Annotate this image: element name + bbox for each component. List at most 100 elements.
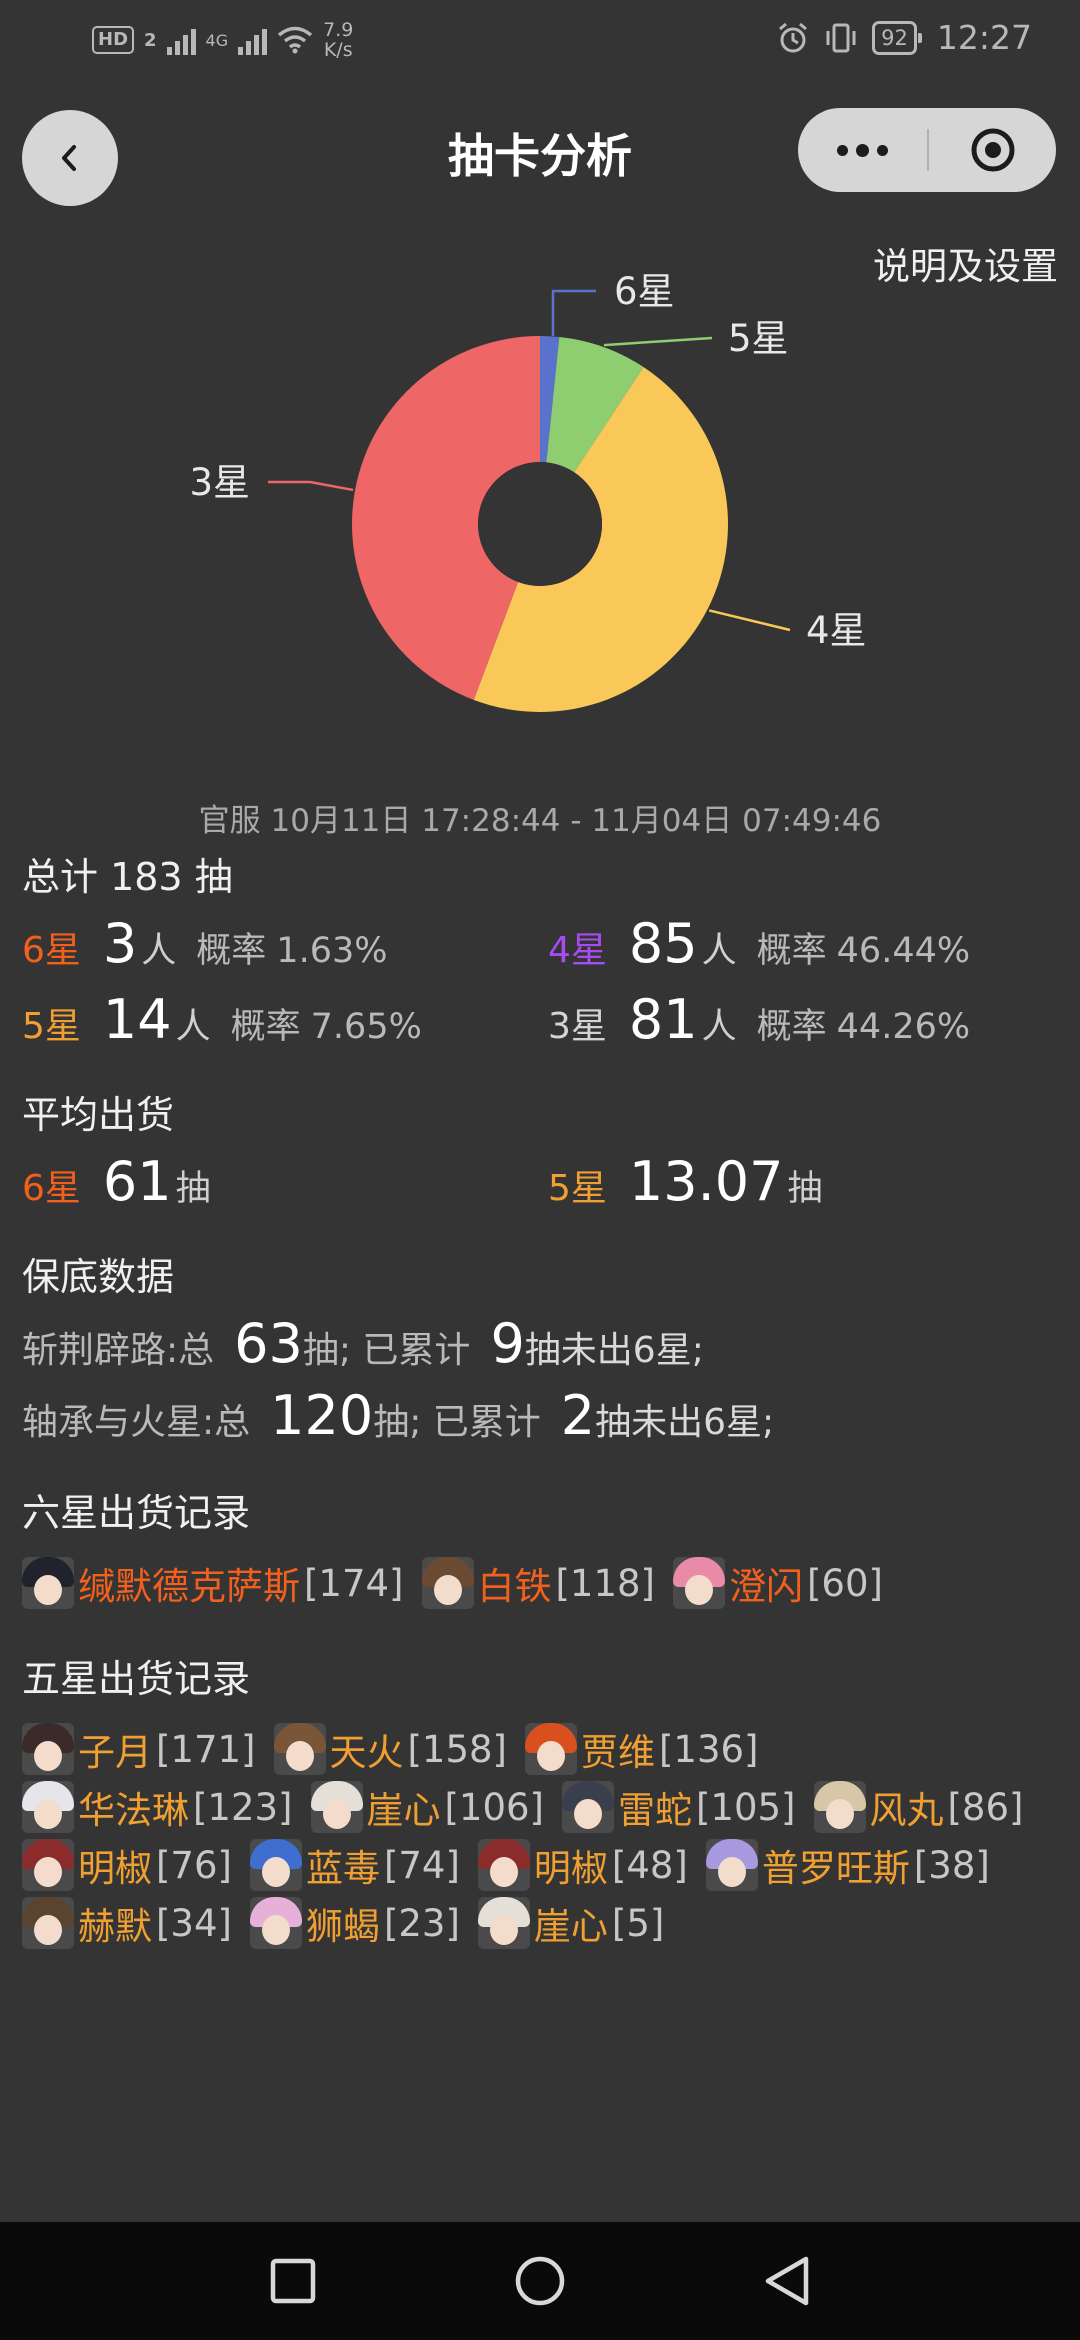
- operator-name: 赫默: [78, 1905, 152, 1948]
- rate-label: 概率: [230, 1007, 301, 1047]
- pull-number: [158]: [407, 1727, 508, 1771]
- record-item: 子月 [171]: [22, 1722, 256, 1776]
- count-6star: 3: [102, 912, 138, 975]
- operator-name: 崖心: [533, 1905, 608, 1948]
- back-nav-button[interactable]: [747, 2241, 827, 2321]
- pity-total: 63: [234, 1312, 303, 1375]
- pity-tail-text: 抽未出6星;: [595, 1402, 775, 1443]
- network-speed: 7.9 K/s: [323, 19, 354, 61]
- record-item: 缄默德克萨斯 [174]: [22, 1556, 404, 1610]
- record-item: 雷蛇 [105]: [562, 1780, 796, 1834]
- pity-total: 120: [270, 1384, 374, 1447]
- operator-avatar: [310, 1781, 363, 1833]
- pity-row: 轴承与火星:总 120 抽; 已累计 2 抽未出6星;: [22, 1384, 774, 1447]
- average-6star-value: 61: [102, 1150, 172, 1213]
- pull-number: [86]: [947, 1785, 1024, 1829]
- wifi-icon: [278, 26, 313, 54]
- pity-tail-text: 抽未出6星;: [524, 1330, 704, 1371]
- status-right: 92 12:27: [776, 18, 1032, 57]
- record-item: 狮蝎 [23]: [249, 1896, 460, 1950]
- operator-name: 天火: [329, 1731, 404, 1774]
- pull-number: [106]: [444, 1785, 545, 1829]
- star-label-4: 4星: [548, 930, 607, 971]
- pull-number: [123]: [193, 1785, 293, 1829]
- more-button[interactable]: [798, 108, 927, 192]
- pull-number: [118]: [555, 1561, 656, 1605]
- average-5star-value: 13.07: [628, 1150, 784, 1213]
- pity-mid-text: 抽; 已累计: [373, 1402, 541, 1443]
- operator-name: 普罗旺斯: [761, 1847, 910, 1890]
- more-dots-icon: [837, 144, 848, 156]
- operator-name: 崖心: [366, 1789, 441, 1832]
- home-button[interactable]: [500, 2241, 580, 2321]
- close-mini-program-button[interactable]: [929, 108, 1056, 192]
- triangle-back-icon: [765, 2256, 808, 2306]
- stat-row-3star: 3星 81 人 概率 44.26%: [548, 988, 970, 1051]
- date-range: 官服 10月11日 17:28:44 - 11月04日 07:49:46: [198, 803, 882, 839]
- unit-pull: 抽: [175, 1169, 211, 1209]
- total-pulls-title: 总计 183 抽: [22, 855, 233, 899]
- recents-button[interactable]: [253, 2241, 333, 2321]
- operator-name: 子月: [78, 1731, 152, 1774]
- operator-name: 贾维: [581, 1731, 655, 1774]
- alarm-icon: [779, 22, 808, 52]
- rate-label: 概率: [756, 931, 827, 971]
- record-item: 崖心 [106]: [310, 1780, 545, 1834]
- record-item: 澄闪 [60]: [673, 1556, 883, 1610]
- pity-accumulated: 2: [560, 1384, 596, 1447]
- rate-label: 概率: [196, 931, 267, 971]
- operator-avatar: [477, 1839, 530, 1891]
- pull-number: [76]: [156, 1843, 232, 1887]
- pity-accumulated: 9: [490, 1312, 525, 1375]
- rate-3star: 44.26%: [836, 1007, 971, 1047]
- network-type: 4G: [205, 30, 229, 50]
- pull-number: [5]: [611, 1901, 665, 1945]
- operator-avatar: [673, 1557, 725, 1609]
- pull-number: [60]: [807, 1561, 883, 1605]
- pull-number: [38]: [913, 1843, 990, 1887]
- six-star-records: 缄默德克萨斯 [174] 白铁 [118] 澄闪 [60]: [22, 1556, 1062, 1610]
- operator-name: 澄闪: [729, 1565, 803, 1608]
- signal-icon-2: [238, 25, 268, 55]
- star-label-3: 3星: [548, 1006, 607, 1047]
- rate-label: 概率: [756, 1007, 827, 1047]
- record-item: 华法琳 [123]: [22, 1780, 293, 1834]
- slice-label: 3星: [189, 461, 250, 504]
- pity-pool-name: 斩荆辟路:总: [22, 1330, 215, 1371]
- star-label-6: 6星: [22, 1168, 81, 1209]
- circle-icon: [515, 2256, 565, 2306]
- six-star-records-title: 六星出货记录: [22, 1491, 251, 1535]
- slice-label: 5星: [728, 317, 789, 360]
- stat-row-6star: 6星 3 人 概率 1.63%: [22, 912, 387, 975]
- vibrate-icon: [826, 23, 856, 52]
- unit-person: 人: [701, 1007, 737, 1047]
- pull-number: [171]: [156, 1727, 256, 1771]
- average-6star: 6星 61 抽: [22, 1150, 211, 1213]
- pull-number: [174]: [304, 1561, 404, 1605]
- count-4star: 85: [628, 912, 698, 975]
- sim-badge: 2: [144, 29, 157, 51]
- record-item: 普罗旺斯 [38]: [705, 1838, 990, 1892]
- count-5star: 14: [102, 988, 172, 1051]
- operator-avatar: [705, 1839, 758, 1891]
- unit-person: 人: [175, 1007, 211, 1047]
- mini-program-capsule: [798, 108, 1056, 192]
- star-label-5: 5星: [22, 1006, 81, 1047]
- unit-person: 人: [701, 931, 737, 971]
- operator-avatar: [22, 1557, 74, 1609]
- label-leader-line: [268, 480, 354, 492]
- record-item: 明椒 [76]: [22, 1838, 232, 1892]
- rate-6star: 1.63%: [276, 931, 388, 971]
- star-label-6: 6星: [22, 930, 81, 971]
- pull-number: [105]: [696, 1785, 796, 1829]
- battery-icon: 92: [872, 20, 922, 55]
- average-title: 平均出货: [22, 1093, 175, 1137]
- label-leader-line: [551, 289, 596, 336]
- hd-icon: HD: [92, 26, 135, 54]
- operator-avatar: [273, 1723, 326, 1775]
- slice-label: 6星: [614, 270, 675, 313]
- pull-number: [136]: [659, 1727, 759, 1771]
- rate-5star: 7.65%: [310, 1007, 422, 1047]
- operator-avatar: [813, 1781, 866, 1833]
- status-bar: HD 2 4G 7.9 K/s 92 12:27: [0, 0, 1080, 84]
